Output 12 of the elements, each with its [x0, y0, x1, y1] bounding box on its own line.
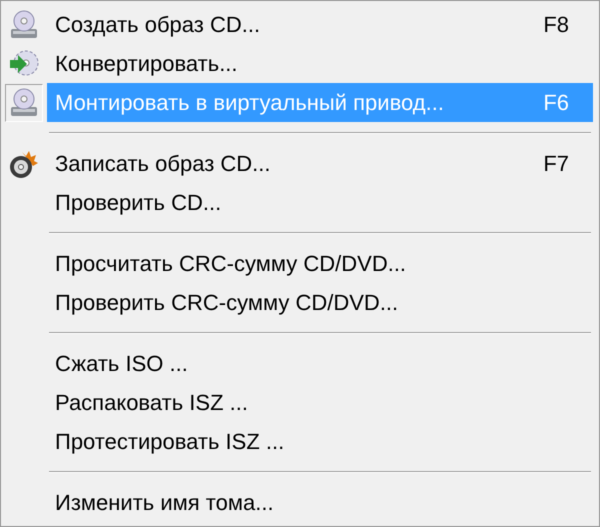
menu-item[interactable]: Изменить имя тома... — [47, 483, 593, 522]
disc-drive-icon — [8, 86, 40, 118]
menu-item[interactable]: Просчитать CRC-сумму CD/DVD... — [47, 244, 593, 283]
menu-item[interactable]: Протестировать ISZ ... — [47, 422, 593, 461]
menu-item[interactable]: Проверить CRC-сумму CD/DVD... — [47, 283, 593, 322]
disc-drive-icon — [8, 8, 40, 40]
menu-item[interactable]: Проверить CD... — [47, 183, 593, 222]
menu-item[interactable]: Записать образ CD... F7 — [47, 144, 593, 183]
menu-item[interactable]: Распаковать ISZ ... — [47, 383, 593, 422]
menu-item[interactable]: Создать образ CD... F8 — [47, 5, 593, 44]
menu-item[interactable]: Сжать ISO ... — [47, 344, 593, 383]
menu-item[interactable]: Конвертировать... — [47, 44, 593, 83]
